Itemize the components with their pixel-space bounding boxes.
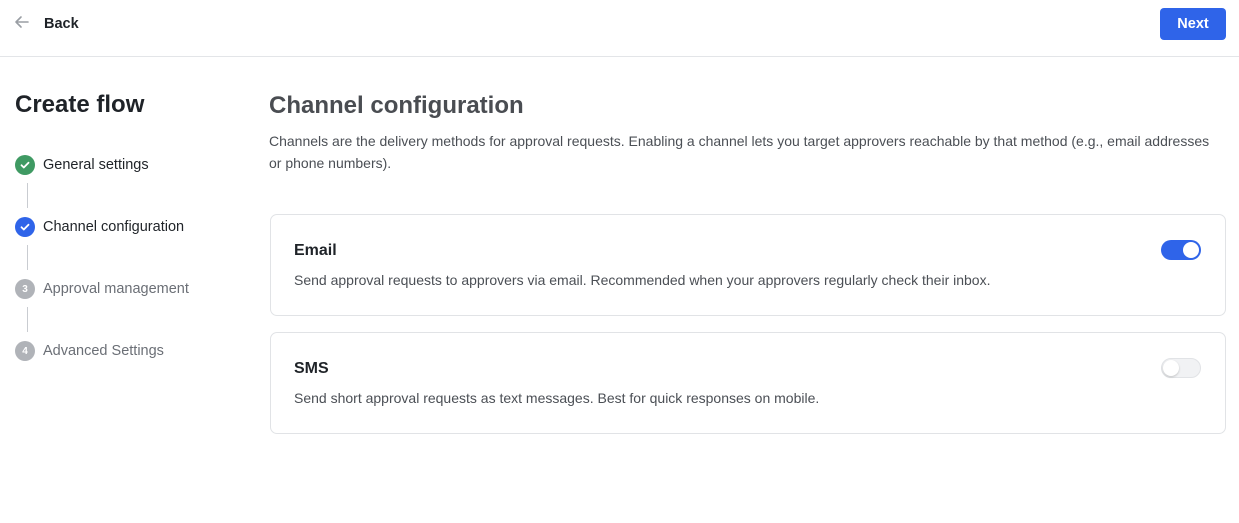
step-label: General settings — [43, 157, 149, 173]
step-connector — [27, 307, 28, 332]
back-label: Back — [44, 16, 79, 32]
arrow-left-icon — [12, 12, 32, 37]
toggle-knob — [1163, 360, 1179, 376]
step-connector — [27, 245, 28, 270]
stepper: General settings Channel configuration 3… — [15, 154, 245, 402]
toggle-knob — [1183, 242, 1199, 258]
check-circle-icon — [15, 155, 35, 175]
step-label: Advanced Settings — [43, 343, 164, 359]
step-general-settings[interactable]: General settings — [15, 154, 245, 216]
back-button[interactable]: Back — [12, 12, 79, 36]
email-toggle[interactable] — [1161, 240, 1201, 260]
channel-title: SMS — [294, 360, 329, 377]
step-approval-management[interactable]: 3 Approval management — [15, 278, 245, 340]
step-advanced-settings[interactable]: 4 Advanced Settings — [15, 340, 245, 402]
step-label: Approval management — [43, 281, 189, 297]
step-label: Channel configuration — [43, 219, 185, 235]
channel-description: Send short approval requests as text mes… — [294, 390, 820, 406]
step-channel-configuration[interactable]: Channel configuration — [15, 216, 245, 278]
check-circle-icon — [15, 217, 35, 237]
next-button[interactable]: Next — [1160, 8, 1226, 40]
channel-card-sms: SMS Send short approval requests as text… — [270, 332, 1226, 434]
top-bar: Back Next — [0, 0, 1239, 57]
channel-description: Send approval requests to approvers via … — [294, 272, 991, 288]
sms-toggle[interactable] — [1161, 358, 1201, 378]
channel-title: Email — [294, 242, 337, 259]
step-number-badge: 4 — [15, 341, 35, 361]
step-connector — [27, 183, 28, 208]
page-title: Channel configuration — [269, 92, 524, 119]
channel-card-email: Email Send approval requests to approver… — [270, 214, 1226, 316]
page-description: Channels are the delivery methods for ap… — [269, 133, 1210, 171]
step-number-badge: 3 — [15, 279, 35, 299]
sidebar-title: Create flow — [15, 91, 145, 118]
